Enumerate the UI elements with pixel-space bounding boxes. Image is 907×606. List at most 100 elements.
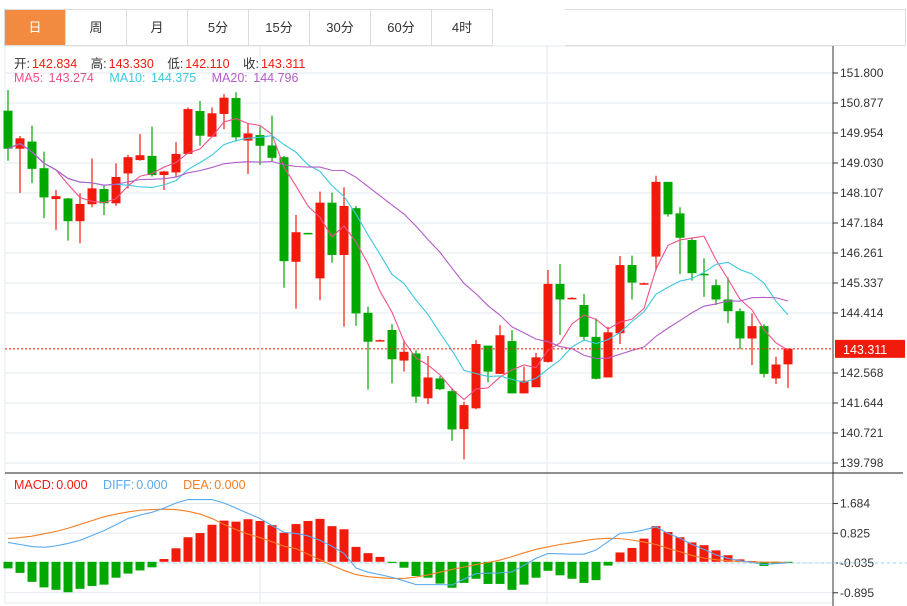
last-price-label: 143.311 — [843, 343, 887, 357]
ma10-readout: MA10: 144.375 — [109, 71, 198, 85]
ma20-value: 144.796 — [253, 71, 299, 85]
candle — [63, 198, 73, 241]
tab-60min[interactable]: 60分 — [371, 10, 432, 45]
macd-label: MACD: — [14, 478, 55, 492]
macd-bar — [87, 561, 97, 587]
candle — [531, 352, 541, 388]
candle — [303, 232, 313, 235]
macd-bar — [15, 561, 25, 573]
candle — [627, 255, 637, 300]
price-tick-label: 140.721 — [840, 426, 884, 440]
macd-bar — [255, 520, 265, 562]
candle-body — [51, 196, 61, 200]
tabs-filler — [565, 9, 906, 46]
candle-body — [399, 351, 409, 361]
macd-bar — [555, 561, 565, 576]
price-tick-label: 150.877 — [840, 96, 884, 110]
kline-chart[interactable]: 151.800 150.877 149.954 149.030 148.107 147.1… — [0, 0, 907, 606]
macd-bar — [195, 533, 205, 562]
macd-bar — [243, 519, 253, 562]
candle-body — [171, 153, 181, 173]
candle-body — [651, 181, 661, 257]
candle — [771, 356, 781, 384]
candle-body — [627, 265, 637, 283]
macd-bar — [135, 561, 145, 571]
ohlc-readout: 开: 142.834 高: 143.330 低: 142.110 收: 143.311 — [14, 53, 307, 72]
macd-bar — [531, 561, 541, 578]
tab-15min[interactable]: 15分 — [249, 10, 310, 45]
candle-body — [3, 110, 13, 149]
candle — [243, 123, 253, 175]
candle — [591, 318, 601, 380]
candle — [147, 126, 157, 177]
price-tick-label: 144.414 — [840, 306, 884, 320]
macd-bar — [543, 561, 553, 571]
macd-bar — [507, 561, 517, 590]
candle — [495, 325, 505, 374]
candle-body — [39, 168, 49, 198]
candle-body — [711, 285, 721, 300]
tab-month[interactable]: 月 — [127, 10, 188, 45]
tab-30min[interactable]: 30分 — [310, 10, 371, 45]
tab-day[interactable]: 日 — [5, 10, 66, 45]
macd-bar — [171, 548, 181, 562]
candle-body — [387, 330, 397, 360]
low-label: 低: — [167, 57, 184, 71]
macd-bar — [147, 561, 157, 568]
macd-bar — [627, 547, 637, 562]
tab-4hour[interactable]: 4时 — [432, 10, 493, 45]
candle — [459, 401, 469, 460]
macd-readout: MACD: 0.000 DIFF: 0.000 DEA: 0.000 — [14, 478, 250, 492]
candle — [555, 264, 565, 335]
candle-body — [747, 326, 757, 339]
candle-body — [783, 348, 793, 365]
ma10-label: MA10: — [109, 71, 146, 85]
macd-bar — [3, 561, 13, 569]
close-label: 收: — [243, 57, 260, 71]
macd-bar — [75, 561, 85, 589]
macd-bar — [63, 561, 73, 593]
price-tick-label: 149.954 — [840, 126, 884, 140]
macd-value: 0.000 — [56, 478, 88, 492]
macd-tick-label: 1.684 — [840, 497, 870, 511]
macd-bar — [615, 552, 625, 562]
candle-body — [303, 232, 313, 235]
candle — [651, 175, 661, 271]
candle — [687, 237, 697, 281]
candle — [231, 92, 241, 142]
macd-bar — [675, 537, 685, 562]
candle — [135, 134, 145, 161]
candle-body — [219, 97, 229, 114]
candle — [363, 306, 373, 390]
macd-bar — [27, 561, 37, 582]
macd-bar — [567, 561, 577, 579]
price-tick-label: 151.800 — [840, 66, 884, 80]
candle-body — [735, 311, 745, 339]
tab-5min[interactable]: 5分 — [188, 10, 249, 45]
price-tick-label: 142.568 — [840, 366, 884, 380]
candle — [615, 255, 625, 345]
price-tick-label: 139.798 — [840, 456, 884, 470]
macd-bar — [387, 561, 397, 563]
macd-bar — [579, 561, 589, 583]
candle — [747, 313, 757, 366]
candle-body — [231, 98, 241, 138]
macd-bar — [159, 559, 169, 562]
period-tabs: 日 周 月 5分 15分 30分 60分 4时 — [4, 9, 493, 46]
candle-body — [243, 133, 253, 141]
macd-bar — [399, 561, 409, 568]
candle — [675, 207, 685, 275]
candle-body — [495, 335, 505, 374]
candle-body — [663, 181, 673, 215]
macd-bar — [183, 537, 193, 562]
ma-readout: MA5: 143.274 MA10: 144.375 MA20: 144.796 — [14, 71, 302, 85]
candle-body — [195, 111, 205, 136]
candle-body — [531, 357, 541, 388]
candle — [603, 326, 613, 378]
candle — [99, 185, 109, 216]
macd-bar — [603, 561, 613, 566]
macd-bar — [219, 520, 229, 562]
tab-week[interactable]: 周 — [66, 10, 127, 45]
candle-body — [159, 171, 169, 176]
macd-bar — [327, 526, 337, 562]
